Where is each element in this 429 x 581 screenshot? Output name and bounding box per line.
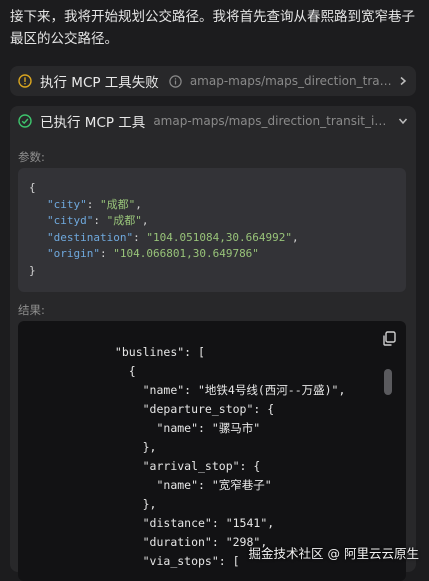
watermark: 掘金技术社区 @ 阿里云云原生: [248, 546, 419, 561]
params-code-block: { "city": "成都", "cityd": "成都", "destinat…: [18, 168, 406, 292]
tool-call-failed-card[interactable]: 执行 MCP 工具失败 amap-maps/maps_direction_tra…: [10, 66, 416, 96]
json-open-brace: {: [29, 181, 36, 194]
result-code-block[interactable]: "buslines": [ { "name": "地铁4号线(西河--万盛)",…: [18, 321, 406, 581]
param-line: "destination": "104.051084,30.664992",: [47, 230, 299, 244]
tool-call-success-tool-name: amap-maps/maps_direction_transit_integra…: [153, 114, 392, 128]
assistant-message: 接下来，我将开始规划公交路径。我将首先查询从春熙路到宽窄巷子最区的公交路径。: [10, 9, 415, 47]
tool-call-success-title: 已执行 MCP 工具: [40, 115, 146, 131]
result-label: 结果:: [18, 303, 45, 317]
tool-call-failed-title: 执行 MCP 工具失败: [40, 75, 159, 91]
warning-icon: [18, 74, 32, 88]
tool-call-failed-tool-name: amap-maps/maps_direction_transit_integra…: [189, 74, 392, 88]
params-label: 参数:: [18, 150, 45, 164]
result-text: "buslines": [ { "name": "地铁4号线(西河--万盛)",…: [114, 345, 346, 568]
param-line: "city": "成都",: [47, 197, 142, 211]
info-icon[interactable]: [169, 74, 182, 88]
param-line: "origin": "104.066801,30.649786": [47, 247, 259, 260]
chevron-right-icon[interactable]: [398, 76, 408, 86]
tool-call-success-header[interactable]: 已执行 MCP 工具 amap-maps/maps_direction_tran…: [10, 106, 416, 136]
chevron-down-icon[interactable]: [398, 116, 408, 126]
copy-icon[interactable]: [382, 331, 396, 346]
check-circle-icon: [18, 114, 32, 128]
scrollbar-thumb[interactable]: [384, 369, 392, 395]
param-line: "cityd": "成都",: [47, 214, 149, 227]
tool-call-success-card: 已执行 MCP 工具 amap-maps/maps_direction_tran…: [10, 106, 416, 581]
json-close-brace: }: [29, 263, 36, 277]
